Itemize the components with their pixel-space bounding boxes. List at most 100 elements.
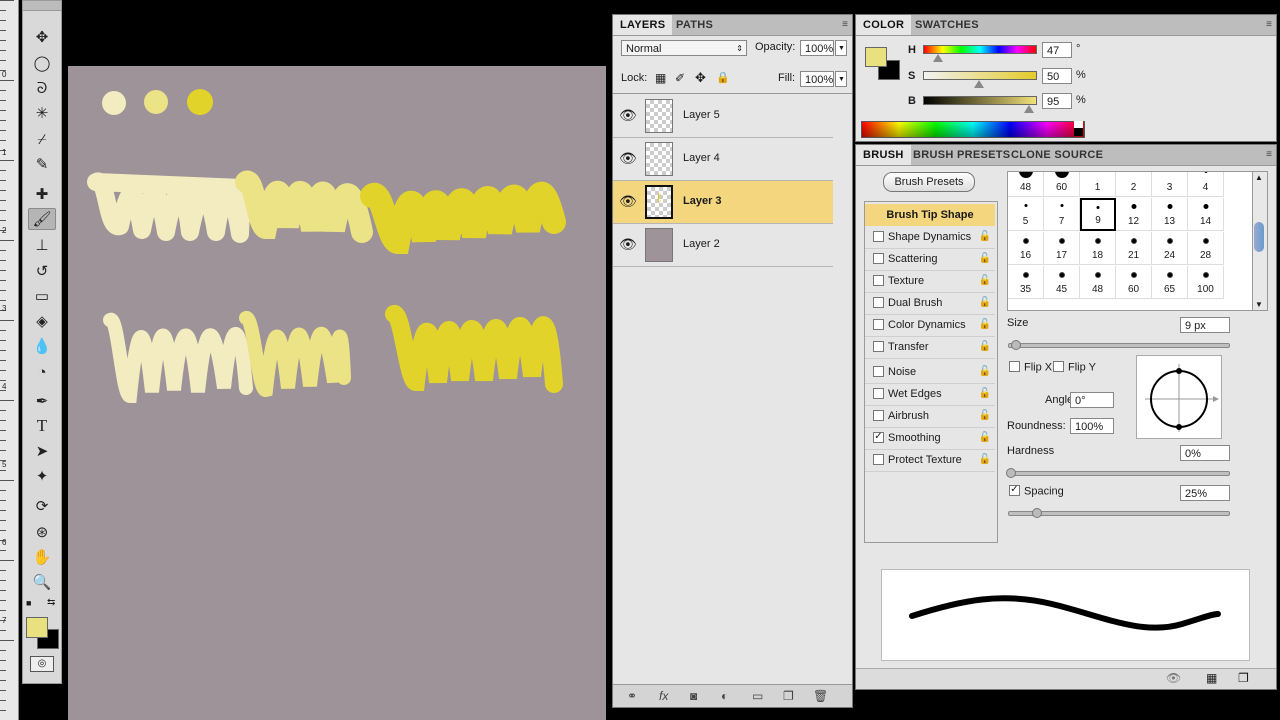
eyedropper-tool-icon[interactable]: ✎ bbox=[28, 153, 56, 175]
lock-icon[interactable]: 🔓 bbox=[979, 383, 991, 405]
option-checkbox[interactable] bbox=[873, 296, 884, 308]
spacing-option[interactable]: ✓ Spacing bbox=[1007, 485, 1064, 498]
brush-option-wet-edges[interactable]: Wet Edges 🔓 bbox=[865, 383, 995, 406]
lasso-tool-icon[interactable]: ᘐ bbox=[28, 77, 56, 99]
paint-bucket-tool-icon[interactable]: ◈ bbox=[28, 310, 56, 332]
flip-y-checkbox[interactable] bbox=[1053, 361, 1064, 372]
trash-icon[interactable]: 🗑 bbox=[813, 689, 828, 703]
flip-y-option[interactable]: Flip Y bbox=[1051, 361, 1096, 374]
eraser-tool-icon[interactable]: ▭ bbox=[28, 285, 56, 307]
clone-stamp-tool-icon[interactable]: ⊥ bbox=[28, 234, 56, 256]
3d-rotate-tool-icon[interactable]: ⟳ bbox=[28, 495, 56, 517]
brush-tip-100[interactable]: 100 bbox=[1188, 266, 1224, 299]
brush-option-dual-brush[interactable]: Dual Brush 🔓 bbox=[865, 292, 995, 315]
brush-tip-2[interactable]: 2 bbox=[1116, 172, 1152, 197]
brush-tip-65[interactable]: 65 bbox=[1152, 266, 1188, 299]
option-checkbox[interactable] bbox=[873, 340, 884, 352]
blur-tool-icon[interactable]: 💧 bbox=[28, 335, 56, 357]
brush-tip-9[interactable]: 9 bbox=[1080, 198, 1116, 231]
pen-tool-icon[interactable]: ✒ bbox=[28, 390, 56, 412]
option-checkbox[interactable] bbox=[873, 230, 884, 242]
foreground-color-swatch[interactable] bbox=[26, 617, 48, 638]
tip-scrollbar-thumb[interactable] bbox=[1254, 222, 1264, 252]
saturation-slider[interactable] bbox=[923, 71, 1037, 80]
quick-select-tool-icon[interactable]: ✳ bbox=[28, 102, 56, 124]
hardness-input[interactable]: 0% bbox=[1180, 445, 1230, 461]
brush-tip-60[interactable]: 60 bbox=[1044, 172, 1080, 197]
fill-input[interactable]: 100% bbox=[800, 71, 834, 87]
brush-tip-21[interactable]: 21 bbox=[1116, 232, 1152, 265]
foreground-color-swatch[interactable] bbox=[865, 47, 887, 67]
lock-all-icon[interactable]: 🔒 bbox=[716, 71, 730, 84]
hue-slider-knob[interactable] bbox=[932, 54, 943, 62]
tab-brush-presets[interactable]: BRUSH PRESETS bbox=[906, 145, 1017, 165]
spot-heal-tool-icon[interactable]: ✚ bbox=[28, 183, 56, 205]
brush-tip-35[interactable]: 35 bbox=[1008, 266, 1044, 299]
panel-menu-icon[interactable]: ≡ bbox=[1266, 19, 1272, 30]
brightness-slider[interactable] bbox=[923, 96, 1037, 105]
tab-clone-source[interactable]: CLONE SOURCE bbox=[1004, 145, 1110, 165]
flip-x-option[interactable]: Flip X bbox=[1007, 361, 1052, 374]
brush-tip-3[interactable]: 3 bbox=[1152, 172, 1188, 197]
layer-row-layer-4[interactable]: 👁 Layer 4 bbox=[613, 138, 833, 181]
brush-tip-12[interactable]: 12 bbox=[1116, 198, 1152, 231]
brush-tip-13[interactable]: 13 bbox=[1152, 198, 1188, 231]
size-input[interactable]: 9 px bbox=[1180, 317, 1230, 333]
ramp-white[interactable] bbox=[1074, 121, 1083, 128]
saturation-input[interactable]: 50 bbox=[1042, 68, 1072, 84]
tab-brush[interactable]: BRUSH bbox=[856, 145, 911, 165]
scroll-down-icon[interactable]: ▼ bbox=[1255, 300, 1263, 309]
option-checkbox[interactable] bbox=[873, 252, 884, 264]
new-preset-icon[interactable]: ❐ bbox=[1238, 671, 1249, 685]
lock-icon[interactable]: 🔓 bbox=[979, 405, 991, 427]
brush-option-transfer[interactable]: Transfer 🔓 bbox=[865, 336, 995, 359]
hue-input[interactable]: 47 bbox=[1042, 42, 1072, 58]
crop-tool-icon[interactable]: ⌿ bbox=[28, 128, 56, 150]
toggle-preview-icon[interactable]: 👁 bbox=[1166, 671, 1181, 685]
tip-scrollbar[interactable]: ▼ ▲ bbox=[1252, 171, 1268, 311]
lock-icon[interactable]: 🔓 bbox=[979, 361, 991, 383]
saturation-slider-knob[interactable] bbox=[974, 80, 984, 88]
quick-mask-icon[interactable]: ◎ bbox=[30, 656, 54, 672]
lock-icon[interactable]: 🔓 bbox=[979, 248, 991, 270]
visibility-eye-icon[interactable]: 👁 bbox=[619, 236, 637, 253]
brush-tip-60[interactable]: 60 bbox=[1116, 266, 1152, 299]
brush-option-protect-texture[interactable]: Protect Texture 🔓 bbox=[865, 449, 995, 472]
brightness-input[interactable]: 95 bbox=[1042, 93, 1072, 109]
layer-row-layer-5[interactable]: 👁 Layer 5 bbox=[613, 95, 833, 138]
move-tool-icon[interactable]: ✥ bbox=[28, 26, 56, 48]
hardness-slider-knob[interactable] bbox=[1006, 468, 1016, 478]
brush-option-texture[interactable]: Texture 🔓 bbox=[865, 270, 995, 293]
brush-angle-preview[interactable] bbox=[1136, 355, 1222, 439]
size-slider-knob[interactable] bbox=[1011, 340, 1021, 350]
brush-tool-icon[interactable]: 🖌 bbox=[28, 208, 56, 230]
dodge-tool-icon[interactable]: ◔ bbox=[28, 361, 56, 383]
new-layer-icon[interactable]: ❐ bbox=[783, 689, 794, 703]
link-layers-icon[interactable]: ⚭ bbox=[627, 689, 637, 703]
option-checkbox[interactable] bbox=[873, 318, 884, 330]
visibility-eye-icon[interactable]: 👁 bbox=[619, 150, 637, 167]
default-colors-icon[interactable]: ■ bbox=[26, 598, 31, 608]
tab-layers[interactable]: LAYERS bbox=[613, 15, 673, 35]
option-checkbox[interactable] bbox=[873, 453, 884, 465]
option-checkbox[interactable] bbox=[873, 365, 884, 377]
option-checkbox[interactable]: ✓ bbox=[873, 431, 884, 443]
blend-mode-select[interactable]: Normal ⇕ bbox=[621, 40, 747, 56]
visibility-eye-icon[interactable]: 👁 bbox=[619, 107, 637, 124]
brush-presets-button[interactable]: Brush Presets bbox=[883, 172, 975, 192]
brush-tip-7[interactable]: 7 bbox=[1044, 198, 1080, 231]
lock-icon[interactable]: 🔓 bbox=[979, 270, 991, 292]
history-brush-tool-icon[interactable]: ↺ bbox=[28, 260, 56, 282]
tab-color[interactable]: COLOR bbox=[856, 15, 912, 35]
brush-option-shape-dynamics[interactable]: Shape Dynamics 🔓 bbox=[865, 226, 995, 249]
new-group-icon[interactable]: ▭ bbox=[752, 689, 763, 703]
brush-tip-28[interactable]: 28 bbox=[1188, 232, 1224, 265]
layer-mask-icon[interactable]: ◙ bbox=[690, 689, 697, 703]
brightness-slider-knob[interactable] bbox=[1024, 105, 1035, 113]
brush-tip-18[interactable]: 18 bbox=[1080, 232, 1116, 265]
hand-tool-icon[interactable]: ✋ bbox=[28, 546, 56, 568]
brush-grid-icon[interactable]: ▦ bbox=[1206, 671, 1217, 685]
brush-option-scattering[interactable]: Scattering 🔓 bbox=[865, 248, 995, 271]
brush-tip-48[interactable]: 48 bbox=[1080, 266, 1116, 299]
option-checkbox[interactable] bbox=[873, 409, 884, 421]
